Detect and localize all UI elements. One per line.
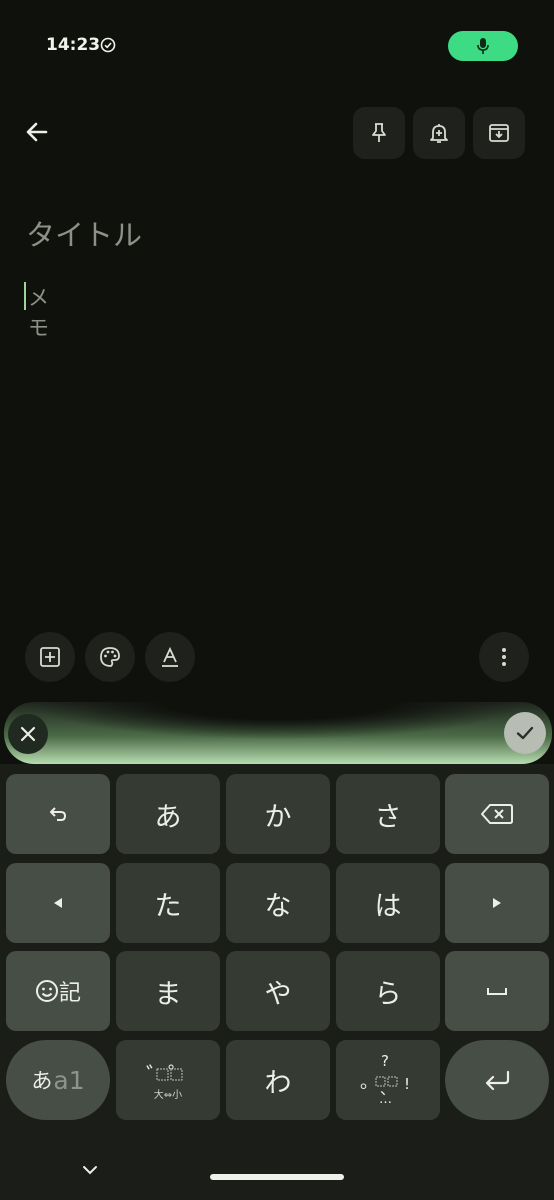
suggestion-close-button[interactable] [8,714,48,754]
mode-alpha-label: a1 [53,1065,85,1095]
key-ta[interactable]: た [116,863,220,943]
input-mode-key[interactable]: あ a1 [6,1040,110,1120]
archive-button[interactable] [473,107,525,159]
chevron-down-icon[interactable] [80,1160,100,1180]
right-arrow-icon [493,898,501,908]
keyboard: あ か さ た な は 記 ま や ら あ a1 ゛゜ 大⇔小 わ ? 。 、 … [0,764,554,1200]
undo-icon [50,807,66,821]
space-icon [487,988,507,995]
check-icon [516,726,534,740]
cursor-left-key[interactable] [6,863,110,943]
punct-exclaim: ! [404,1075,411,1093]
punct-ellipsis: … [379,1092,392,1107]
key-ka[interactable]: か [226,774,330,854]
dakuten-box-icon [156,1068,183,1081]
emoji-symbol-key[interactable]: 記 [6,951,110,1031]
key-a[interactable]: あ [116,774,220,854]
smiley-icon [35,980,58,1002]
suggestion-confirm-button[interactable] [504,712,546,754]
text-format-button[interactable] [145,632,195,682]
key-na[interactable]: な [226,863,330,943]
memo-placeholder: メモ [28,286,49,340]
emoji-key-label: 記 [58,981,81,1006]
add-content-button[interactable] [25,632,75,682]
backspace-icon [481,804,513,824]
title-input[interactable]: タイトル [26,212,142,254]
cursor-right-key[interactable] [445,863,549,943]
mic-indicator[interactable] [448,31,518,61]
key-ma[interactable]: ま [116,951,220,1031]
status-bar: 14:23 [0,0,554,90]
back-arrow-icon[interactable] [20,115,54,149]
archive-icon [489,124,509,142]
check-circle-icon [100,37,116,53]
enter-key[interactable] [445,1040,549,1120]
pin-icon [372,123,386,142]
close-icon [20,726,36,742]
mode-kana-label: あ [31,1069,53,1093]
text-cursor [24,282,26,310]
text-format-icon [162,646,178,667]
more-options-button[interactable] [479,632,529,682]
pin-button[interactable] [353,107,405,159]
mic-icon [477,38,489,54]
dakuten-key[interactable]: ゛゜ 大⇔小 [116,1040,220,1120]
backspace-key[interactable] [445,774,549,854]
add-box-icon [40,647,60,667]
key-ha[interactable]: は [336,863,440,943]
punct-question: ? [381,1052,389,1070]
palette-icon [100,647,120,667]
key-sa[interactable]: さ [336,774,440,854]
home-indicator[interactable] [210,1174,344,1180]
reminder-button[interactable] [413,107,465,159]
space-key[interactable] [445,951,549,1031]
undo-key[interactable] [6,774,110,854]
suggestion-bar [4,702,552,764]
dakuten-sub-label: 大⇔小 [153,1090,183,1101]
key-wa[interactable]: わ [226,1040,330,1120]
left-arrow-icon [54,898,62,908]
punctuation-key[interactable]: ? 。 、 ! … [336,1040,440,1120]
more-vert-icon [502,648,506,666]
key-ya[interactable]: や [226,951,330,1031]
status-time: 14:23 [46,35,101,55]
background-color-button[interactable] [85,632,135,682]
key-ra[interactable]: ら [336,951,440,1031]
enter-icon [485,1070,510,1091]
bell-plus-icon [430,124,448,143]
